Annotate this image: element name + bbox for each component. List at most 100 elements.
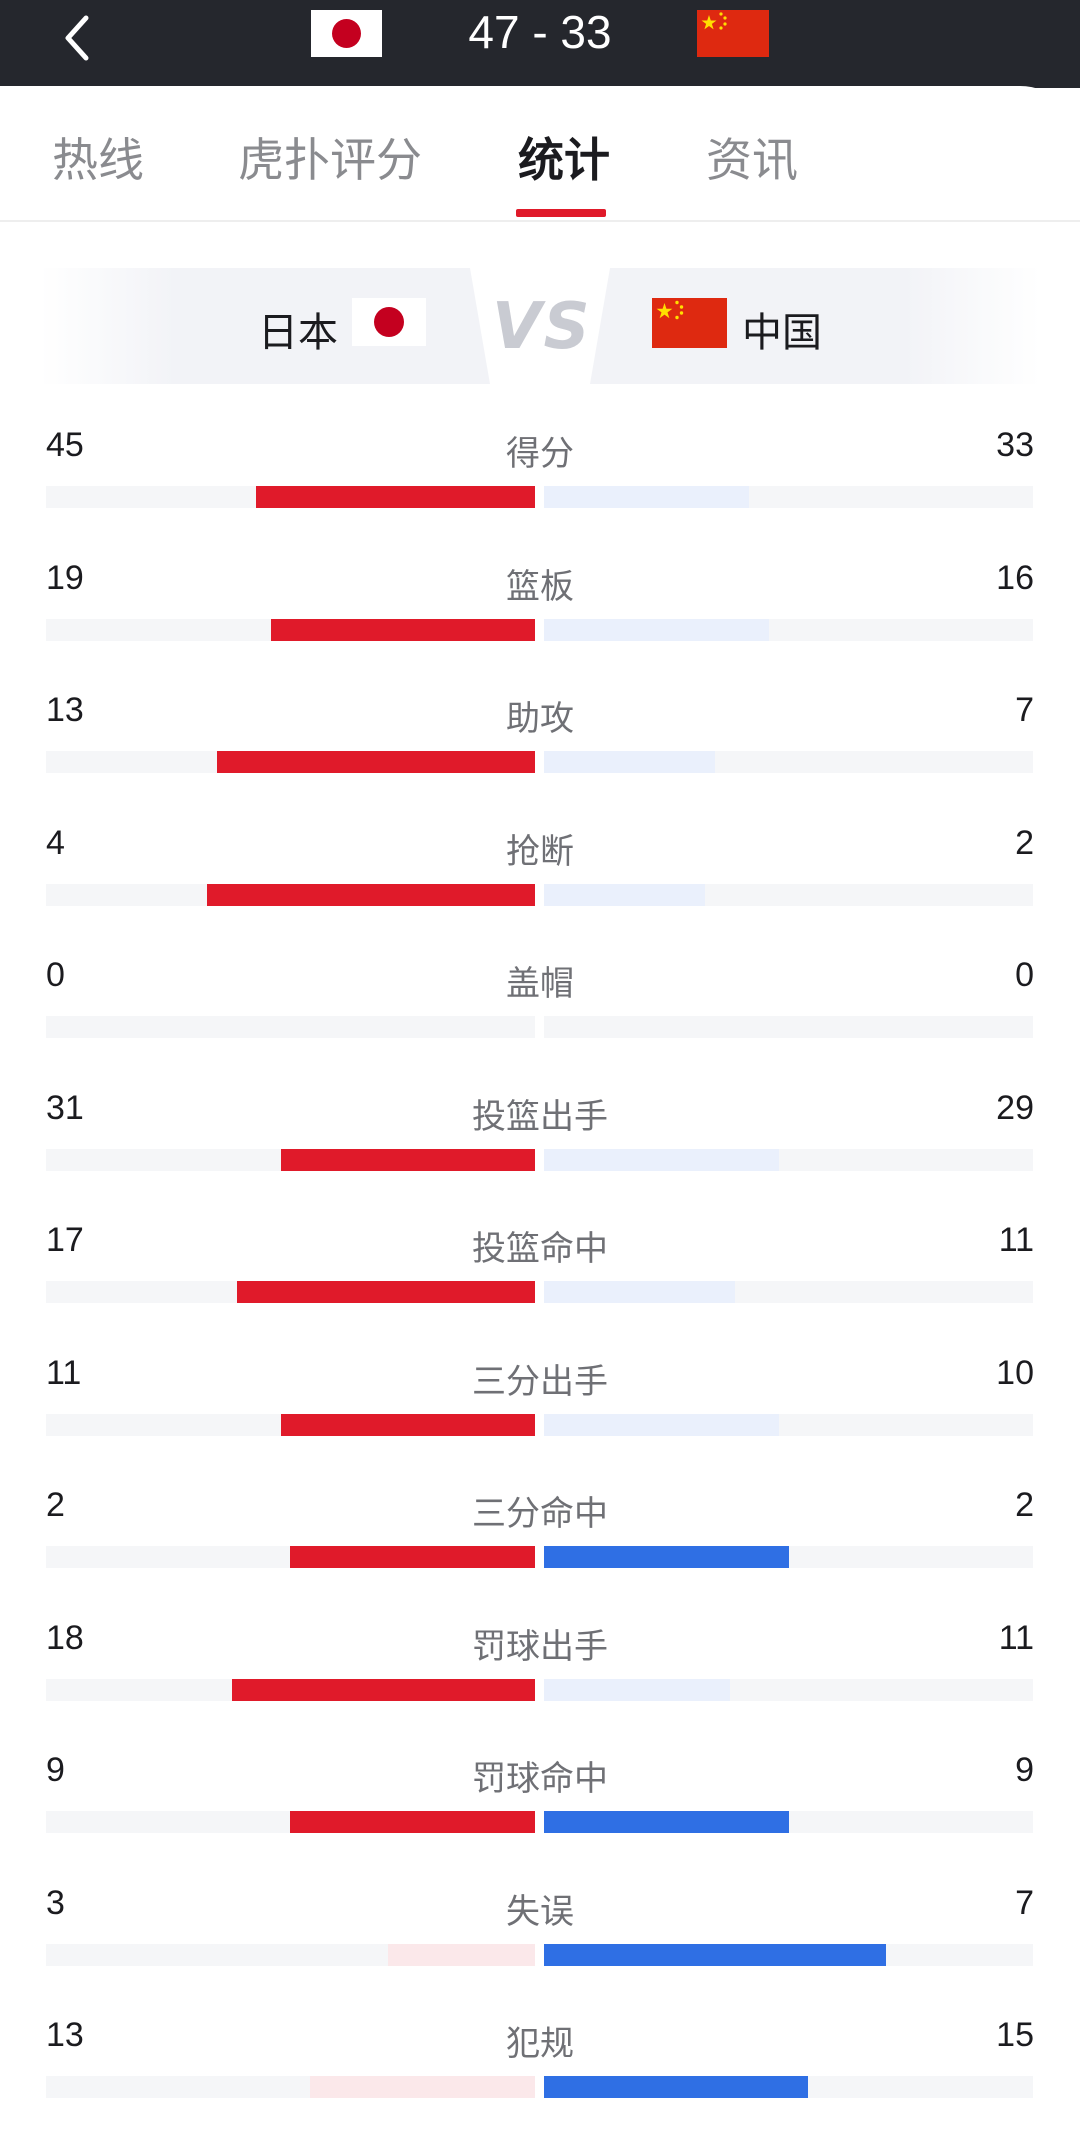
stat-label: 三分出手: [472, 1361, 608, 1402]
stat-row: 17 投篮命中 11: [0, 1199, 1080, 1331]
stat-row: 18 罚球出手 11: [0, 1597, 1080, 1729]
top-bar: 47 - 33: [0, 0, 1080, 88]
vs-label: VS: [492, 290, 592, 364]
teams-banner: 日本 VS 中国: [0, 268, 1080, 388]
away-bar-track: [544, 1148, 1033, 1171]
stat-label: 罚球命中: [472, 1759, 608, 1799]
home-stat-value: 11: [46, 1353, 82, 1392]
home-bar: [237, 1281, 535, 1303]
away-stat-value: 11: [998, 1221, 1034, 1259]
stat-label: 助攻: [506, 699, 574, 739]
tab-stats[interactable]: 统计: [518, 124, 610, 190]
away-bar-track: [544, 486, 1033, 508]
away-stat-value: 15: [996, 2016, 1034, 2054]
away-stat-value: 2: [1015, 1486, 1034, 1524]
home-stat-value: 19: [46, 558, 84, 597]
away-bar-track: [544, 883, 1033, 906]
away-bar-track: [544, 2076, 1033, 2098]
stat-label: 三分命中: [472, 1494, 608, 1534]
stat-label: 犯规: [506, 2024, 574, 2064]
home-team-name: 日本: [258, 310, 338, 356]
away-bar: [544, 883, 705, 906]
home-stat-value: 0: [46, 956, 65, 994]
away-bar-track: [544, 1811, 1033, 1833]
home-bar: [310, 2076, 535, 2098]
away-bar-track: [544, 751, 1033, 773]
stat-row: 13 犯规 15: [0, 1994, 1080, 2126]
chevron-left-icon[interactable]: [50, 8, 110, 68]
tab-hupu-rating[interactable]: 虎扑评分: [238, 124, 422, 190]
stat-row: 4 抢断 2: [0, 802, 1080, 934]
away-bar: [544, 751, 715, 773]
away-stat-value: 11: [998, 1618, 1034, 1657]
home-bar: [290, 1546, 535, 1568]
home-bar-track: [46, 1016, 535, 1038]
stat-label: 抢断: [506, 831, 574, 872]
stat-label: 投篮命中: [472, 1229, 608, 1269]
home-bar-track: [46, 1943, 535, 1966]
away-bar: [544, 1413, 779, 1436]
home-bar-track: [46, 1413, 535, 1436]
away-bar: [544, 486, 749, 508]
stat-row: 45 得分 33: [0, 404, 1080, 536]
home-bar-track: [46, 618, 535, 641]
japan-flag-icon: [352, 298, 426, 346]
away-stat-value: 7: [1015, 691, 1034, 729]
home-bar: [281, 1413, 535, 1436]
home-bar-track: [46, 751, 535, 773]
away-bar: [544, 1678, 730, 1701]
home-bar-track: [46, 1281, 535, 1303]
away-stat-value: 9: [1015, 1751, 1034, 1789]
away-bar-track: [544, 618, 1033, 641]
home-bar: [281, 1148, 535, 1171]
stat-row: 13 助攻 7: [0, 669, 1080, 801]
stat-row: 11 三分出手 10: [0, 1332, 1080, 1464]
japan-flag-icon: [311, 10, 382, 57]
away-stat-value: 2: [1015, 823, 1034, 862]
stat-row: 0 盖帽 0: [0, 934, 1080, 1066]
stat-label: 罚球出手: [472, 1626, 608, 1667]
home-stat-value: 45: [46, 426, 84, 464]
away-bar: [544, 1148, 779, 1171]
home-bar: [271, 618, 535, 641]
home-bar: [217, 751, 535, 773]
home-stat-value: 9: [46, 1751, 65, 1789]
stat-row: 3 失误 7: [0, 1862, 1080, 1994]
away-stat-value: 7: [1015, 1883, 1034, 1922]
away-bar: [544, 1943, 886, 1966]
away-stat-value: 0: [1015, 956, 1034, 994]
home-bar: [207, 883, 535, 906]
away-bar-track: [544, 1413, 1033, 1436]
stat-label: 得分: [506, 434, 574, 474]
home-bar: [232, 1678, 535, 1701]
content-sheet: 热线 虎扑评分 统计 资讯 日本 VS 中国 45 得分 33 19 篮板 16 13 助攻 7…: [0, 86, 1080, 2145]
tab-hotline[interactable]: 热线: [52, 124, 144, 190]
away-bar-track: [544, 1678, 1033, 1701]
home-stat-value: 2: [46, 1486, 65, 1524]
home-stat-value: 3: [46, 1883, 65, 1922]
away-bar: [544, 1811, 789, 1833]
home-stat-value: 17: [46, 1221, 84, 1259]
home-bar-track: [46, 486, 535, 508]
home-bar-track: [46, 1148, 535, 1171]
tab-news[interactable]: 资讯: [706, 124, 798, 190]
away-team-name: 中国: [742, 310, 822, 356]
home-bar: [256, 486, 535, 508]
match-score: 47 - 33: [468, 6, 612, 58]
stat-row: 9 罚球命中 9: [0, 1729, 1080, 1861]
home-stat-value: 13: [46, 2016, 84, 2054]
stat-row: 19 篮板 16: [0, 537, 1080, 669]
home-bar: [388, 1943, 535, 1966]
home-stat-value: 4: [46, 823, 65, 862]
home-bar: [290, 1811, 535, 1833]
away-stat-value: 16: [996, 558, 1034, 597]
stat-label: 篮板: [506, 566, 574, 607]
stat-label: 失误: [506, 1891, 574, 1932]
home-bar-track: [46, 2076, 535, 2098]
away-bar-track: [544, 1546, 1033, 1568]
away-stat-value: 10: [996, 1353, 1034, 1392]
china-flag-icon: [697, 10, 769, 57]
stat-label: 投篮出手: [472, 1096, 608, 1137]
away-bar: [544, 1281, 735, 1303]
home-bar-track: [46, 883, 535, 906]
